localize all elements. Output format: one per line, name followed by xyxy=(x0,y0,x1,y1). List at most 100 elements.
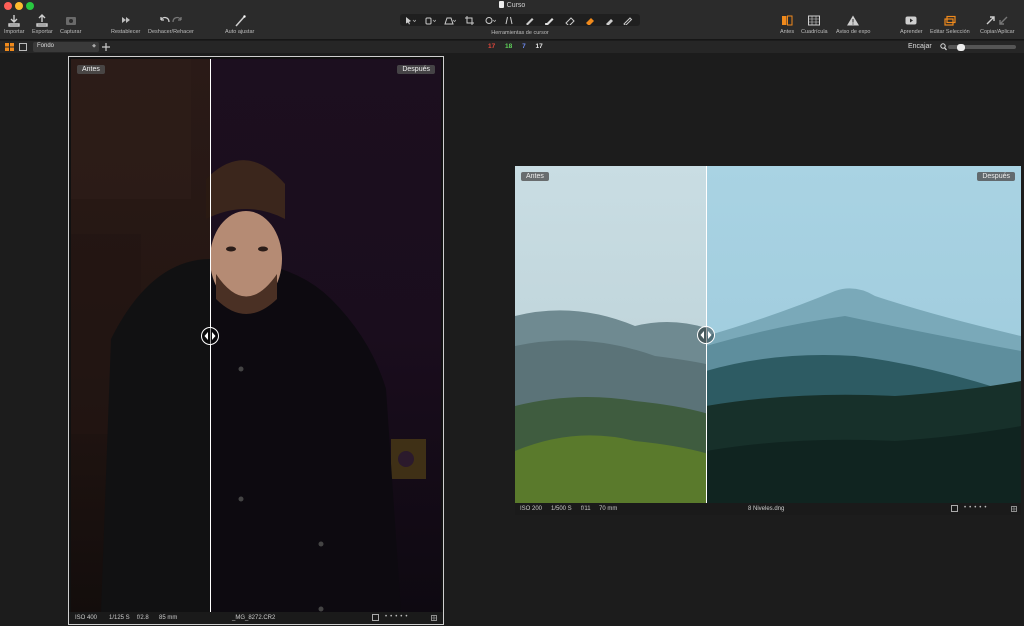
layer-select[interactable]: Fondo ◆ xyxy=(33,42,99,52)
grid-icon xyxy=(808,15,821,26)
rating-dots[interactable]: ••••• xyxy=(385,614,411,620)
exposure-warning-button[interactable]: Aviso de expo xyxy=(836,14,870,35)
before-toggle-button[interactable]: Antes xyxy=(780,14,794,35)
before-label: Antes xyxy=(521,172,549,181)
after-label: Después xyxy=(397,65,435,74)
count-red: 17 xyxy=(488,43,496,50)
undo-redo-label: Deshacer/Rehacer xyxy=(148,29,194,35)
rotate-icon[interactable] xyxy=(484,16,496,25)
iso-value: ISO 200 xyxy=(520,506,543,512)
camera-icon xyxy=(65,17,76,25)
copy-apply-button[interactable]: Copiar/Aplicar xyxy=(980,14,1015,35)
secondary-bar: Fondo ◆ 17 18 7 17 Encajar xyxy=(0,41,1024,53)
iso-value: ISO 400 xyxy=(75,615,98,621)
exposure-warning-label: Aviso de expo xyxy=(836,29,871,35)
keystone-icon[interactable] xyxy=(504,16,516,25)
count-green: 18 xyxy=(505,43,513,50)
document-icon xyxy=(498,1,504,8)
cursor-tools-label: Herramientas de cursor xyxy=(491,30,549,36)
multi-view-icon[interactable] xyxy=(5,43,14,51)
warning-icon xyxy=(847,15,860,26)
after-label: Después xyxy=(977,172,1015,181)
count-total: 17 xyxy=(535,43,543,50)
split-handle[interactable] xyxy=(201,327,219,345)
single-view-icon[interactable] xyxy=(19,43,27,51)
undo-redo-button[interactable]: Deshacer/Rehacer xyxy=(148,14,194,35)
magic-wand-icon xyxy=(235,15,246,27)
pan-hand-icon[interactable] xyxy=(424,16,436,25)
copy-apply-label: Copiar/Aplicar xyxy=(980,29,1015,35)
metadata-bar: ISO 400 1/125 S f/2.8 85 mm _MG_8272.CR2… xyxy=(69,612,443,624)
layer-select-value: Fondo xyxy=(37,43,55,49)
import-label: Importar xyxy=(4,29,25,35)
undo-redo-icon xyxy=(160,16,182,23)
gradient-mask-icon[interactable] xyxy=(584,16,596,25)
play-video-icon xyxy=(905,16,917,25)
cursor-tools-group xyxy=(400,14,640,26)
grid-label: Cuadrícula xyxy=(801,29,828,35)
auto-adjust-label: Auto ajustar xyxy=(225,29,255,35)
shutter-value: 1/500 S xyxy=(551,506,572,512)
landscape-image xyxy=(515,166,1021,503)
import-icon xyxy=(8,15,20,27)
split-handle[interactable] xyxy=(697,326,715,344)
zoom-magnifier-icon xyxy=(940,43,947,51)
window-title: Curso xyxy=(506,2,526,9)
export-button[interactable]: Exportar xyxy=(32,14,53,35)
select-checkbox[interactable] xyxy=(951,505,958,512)
before-after-icon xyxy=(782,15,793,26)
select-cursor-icon[interactable] xyxy=(404,16,416,25)
reset-icon xyxy=(121,17,130,23)
main-toolbar: Importar Exportar Capturar Restablecer D… xyxy=(0,12,1024,40)
eraser-icon[interactable] xyxy=(564,16,576,25)
image-counts: 17 18 7 17 xyxy=(488,43,551,50)
draw-mask-icon[interactable] xyxy=(544,16,556,25)
reset-label: Restablecer xyxy=(111,29,141,35)
aperture-value: f/2.8 xyxy=(137,615,149,621)
filename: _MG_8272.CR2 xyxy=(232,615,276,621)
left-right-arrows-icon xyxy=(204,332,216,340)
export-icon xyxy=(36,14,49,27)
chevron-updown-icon: ◆ xyxy=(92,43,96,49)
zoom-slider-knob[interactable] xyxy=(957,43,965,51)
viewer-landscape[interactable]: Antes Después ISO 200 1/500 S f/11 70 mm… xyxy=(515,166,1021,515)
brush-icon[interactable] xyxy=(524,16,536,25)
auto-adjust-button[interactable]: Auto ajustar xyxy=(225,14,254,35)
portrait-photo: Antes Después xyxy=(71,59,441,612)
reset-button[interactable]: Restablecer xyxy=(111,14,140,35)
import-button[interactable]: Importar xyxy=(4,14,24,35)
title-bar: Curso xyxy=(0,0,1024,12)
copy-apply-icon xyxy=(986,16,1008,25)
color-tag-icon[interactable] xyxy=(431,615,437,621)
count-blue: 7 xyxy=(522,43,526,50)
grid-button[interactable]: Cuadrícula xyxy=(801,14,828,35)
viewer-portrait[interactable]: Antes Después ISO 400 1/125 S f/2.8 85 m… xyxy=(68,56,444,625)
edit-selection-label: Editar Selección xyxy=(930,29,970,35)
aperture-value: f/11 xyxy=(581,506,591,512)
metadata-bar: ISO 200 1/500 S f/11 70 mm 8 Niveles.dng… xyxy=(515,503,1021,515)
color-tag-icon[interactable] xyxy=(1011,506,1017,512)
annotate-icon[interactable] xyxy=(622,16,634,25)
focal-value: 70 mm xyxy=(599,506,618,512)
shutter-value: 1/125 S xyxy=(109,615,130,621)
edit-selection-icon xyxy=(944,15,956,26)
landscape-photo: Antes Después xyxy=(515,166,1021,503)
before-label: Antes xyxy=(77,65,105,74)
add-layer-icon[interactable] xyxy=(102,43,110,51)
focal-value: 85 mm xyxy=(159,615,178,621)
fit-zoom-label[interactable]: Encajar xyxy=(908,43,932,50)
left-right-arrows-icon xyxy=(700,331,712,339)
learn-label: Aprender xyxy=(900,29,923,35)
filename: 8 Niveles.dng xyxy=(748,506,785,512)
loupe-icon[interactable] xyxy=(444,16,456,25)
portrait-image xyxy=(71,59,441,612)
rating-dots[interactable]: ••••• xyxy=(964,505,990,511)
before-toggle-label: Antes xyxy=(780,29,795,35)
picker-icon[interactable] xyxy=(604,16,616,25)
learn-button[interactable]: Aprender xyxy=(900,14,923,35)
capture-button[interactable]: Capturar xyxy=(60,14,81,35)
select-checkbox[interactable] xyxy=(372,614,379,621)
crop-icon[interactable] xyxy=(464,16,476,25)
export-label: Exportar xyxy=(32,29,53,35)
edit-selection-button[interactable]: Editar Selección xyxy=(930,14,970,35)
